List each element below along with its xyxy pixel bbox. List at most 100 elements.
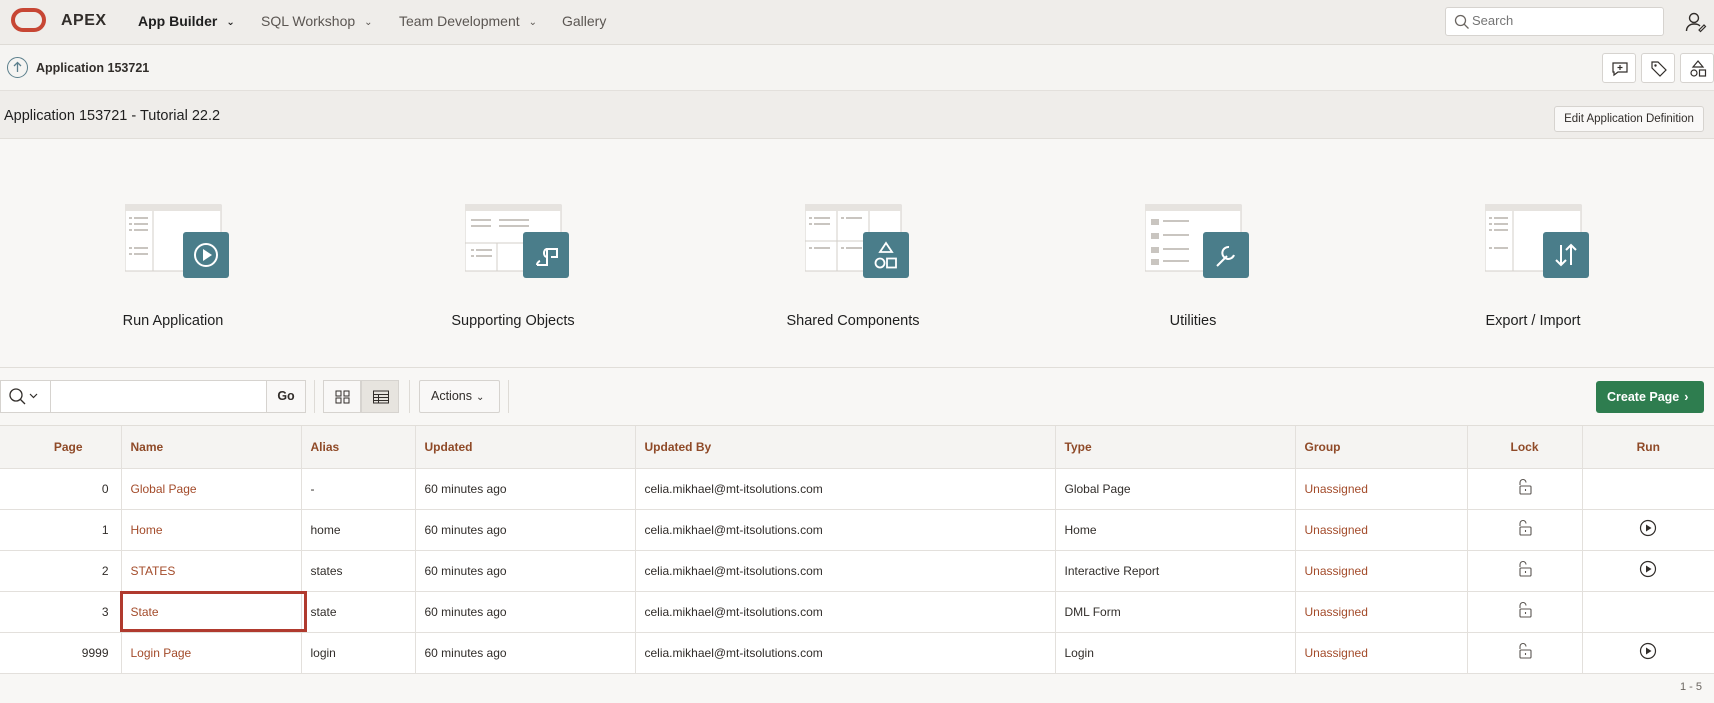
column-header-group[interactable]: Group xyxy=(1295,426,1468,469)
tile-label: Utilities xyxy=(1169,313,1217,329)
table-view-icon xyxy=(373,390,389,404)
run-cell-empty xyxy=(1582,591,1714,633)
nav-sql-workshop[interactable]: SQL Workshop ⌄ xyxy=(261,13,373,29)
user-settings-icon[interactable] xyxy=(1685,11,1707,33)
go-button[interactable]: Go xyxy=(266,380,306,413)
report-search-input[interactable] xyxy=(51,380,267,413)
group-cell[interactable]: Unassigned xyxy=(1295,509,1468,551)
pages-table: Page Name Alias Updated Updated By Type … xyxy=(0,426,1714,674)
column-header-name[interactable]: Name xyxy=(121,426,302,469)
column-header-lock[interactable]: Lock xyxy=(1467,426,1583,469)
page-name-link-text[interactable]: Home xyxy=(131,523,163,537)
group-cell[interactable]: Unassigned xyxy=(1295,591,1468,633)
oracle-logo[interactable] xyxy=(11,8,46,32)
page-name-link[interactable]: STATES xyxy=(121,550,302,592)
column-header-page[interactable]: Page xyxy=(0,426,122,469)
lock-icon[interactable] xyxy=(1467,591,1583,633)
type-cell: Login xyxy=(1055,632,1296,674)
nav-gallery[interactable]: Gallery xyxy=(562,13,606,29)
apex-brand[interactable]: APEX xyxy=(61,12,107,30)
page-name-link-text[interactable]: Login Page xyxy=(131,646,192,660)
alias-cell: state xyxy=(301,591,416,633)
table-row: 2 STATES states 60 minutes ago celia.mikhael… xyxy=(0,550,1714,592)
search-icon xyxy=(1454,14,1469,29)
lock-icon[interactable] xyxy=(1467,509,1583,551)
column-header-alias[interactable]: Alias xyxy=(301,426,416,469)
group-cell[interactable]: Unassigned xyxy=(1295,550,1468,592)
icon-view-button[interactable] xyxy=(323,380,361,413)
run-page-icon[interactable] xyxy=(1582,632,1714,674)
divider xyxy=(409,380,410,413)
updated-by-cell: celia.mikhael@mt-itsolutions.com xyxy=(635,550,1056,592)
column-header-type[interactable]: Type xyxy=(1055,426,1296,469)
report-view-button[interactable] xyxy=(361,380,399,413)
page-name-link-text[interactable]: STATES xyxy=(131,564,176,578)
tile-shared-components[interactable]: Shared Components xyxy=(753,139,953,368)
table-footer: 1 - 5 xyxy=(0,675,1714,703)
lock-icon[interactable] xyxy=(1467,632,1583,674)
page-name-link-text[interactable]: Global Page xyxy=(131,482,197,496)
updated-cell: 60 minutes ago xyxy=(415,468,636,510)
page-name-link[interactable]: Login Page xyxy=(121,632,302,674)
tag-button[interactable] xyxy=(1641,53,1675,83)
shapes-icon xyxy=(1690,60,1707,77)
group-cell[interactable]: Unassigned xyxy=(1295,468,1468,510)
updated-cell: 60 minutes ago xyxy=(415,591,636,633)
page-name-link[interactable]: Global Page xyxy=(121,468,302,510)
up-arrow-icon[interactable] xyxy=(7,57,28,78)
page-name-link[interactable]: Home xyxy=(121,509,302,551)
grid-view-icon xyxy=(335,390,350,404)
breadcrumb: Application 153721 xyxy=(36,61,150,75)
application-tiles: Run Application Supporting Objects Share… xyxy=(0,139,1714,368)
global-search[interactable] xyxy=(1445,7,1664,36)
table-header-row: Page Name Alias Updated Updated By Type … xyxy=(0,426,1714,469)
tile-utilities[interactable]: Utilities xyxy=(1093,139,1293,368)
group-cell[interactable]: Unassigned xyxy=(1295,632,1468,674)
create-page-button[interactable]: Create Page › xyxy=(1596,381,1704,413)
search-icon xyxy=(9,388,38,405)
column-header-run[interactable]: Run xyxy=(1582,426,1714,469)
breadcrumb-bar: Application 153721 xyxy=(0,45,1714,91)
page-number-cell: 0 xyxy=(0,468,122,510)
feedback-button[interactable] xyxy=(1602,53,1636,83)
table-row: 0 Global Page -60 minutes ago celia.mikhael… xyxy=(0,468,1714,510)
chevron-right-icon: › xyxy=(1684,390,1689,404)
chevron-down-icon: ⌄ xyxy=(226,17,235,28)
run-cell-empty xyxy=(1582,468,1714,510)
supporting-objects-illustration xyxy=(465,204,569,278)
table-row: 9999 Login Page login 60 minutes ago celia.m… xyxy=(0,632,1714,674)
page-title-bar: Application 153721 - Tutorial 22.2 xyxy=(0,91,1714,139)
page-number-cell: 1 xyxy=(0,509,122,551)
nav-team-development[interactable]: Team Development ⌄ xyxy=(399,13,537,29)
type-cell: Interactive Report xyxy=(1055,550,1296,592)
tile-label: Run Application xyxy=(122,313,224,329)
export-import-illustration xyxy=(1485,204,1589,278)
run-application-illustration xyxy=(125,204,229,278)
tile-export-import[interactable]: Export / Import xyxy=(1433,139,1633,368)
pagination-label: 1 - 5 xyxy=(1679,681,1702,693)
edit-application-definition-button[interactable]: Edit Application Definition xyxy=(1554,106,1704,132)
tag-icon xyxy=(1651,61,1667,77)
updated-cell: 60 minutes ago xyxy=(415,509,636,551)
page-title: Application 153721 - Tutorial 22.2 xyxy=(4,108,221,124)
updated-by-cell: celia.mikhael@mt-itsolutions.com xyxy=(635,591,1056,633)
column-header-updated-by[interactable]: Updated By xyxy=(635,426,1056,469)
column-header-updated[interactable]: Updated xyxy=(415,426,636,469)
tile-supporting-objects[interactable]: Supporting Objects xyxy=(413,139,613,368)
tile-run-application[interactable]: Run Application xyxy=(73,139,273,368)
lock-icon[interactable] xyxy=(1467,468,1583,510)
type-cell: Home xyxy=(1055,509,1296,551)
run-page-icon[interactable] xyxy=(1582,550,1714,592)
run-page-icon[interactable] xyxy=(1582,509,1714,551)
top-navigation-bar: APEX App Builder ⌄ SQL Workshop ⌄ Team Dev… xyxy=(0,0,1714,45)
divider xyxy=(508,380,509,413)
page-number-cell: 2 xyxy=(0,550,122,592)
search-column-selector[interactable] xyxy=(0,380,51,413)
actions-menu-button[interactable]: Actions ⌄ xyxy=(419,380,500,413)
search-input[interactable] xyxy=(1472,13,1652,28)
lock-icon[interactable] xyxy=(1467,550,1583,592)
nav-app-builder[interactable]: App Builder ⌄ xyxy=(138,13,235,29)
divider xyxy=(314,380,315,413)
updated-by-cell: celia.mikhael@mt-itsolutions.com xyxy=(635,632,1056,674)
shared-components-button[interactable] xyxy=(1680,53,1714,83)
